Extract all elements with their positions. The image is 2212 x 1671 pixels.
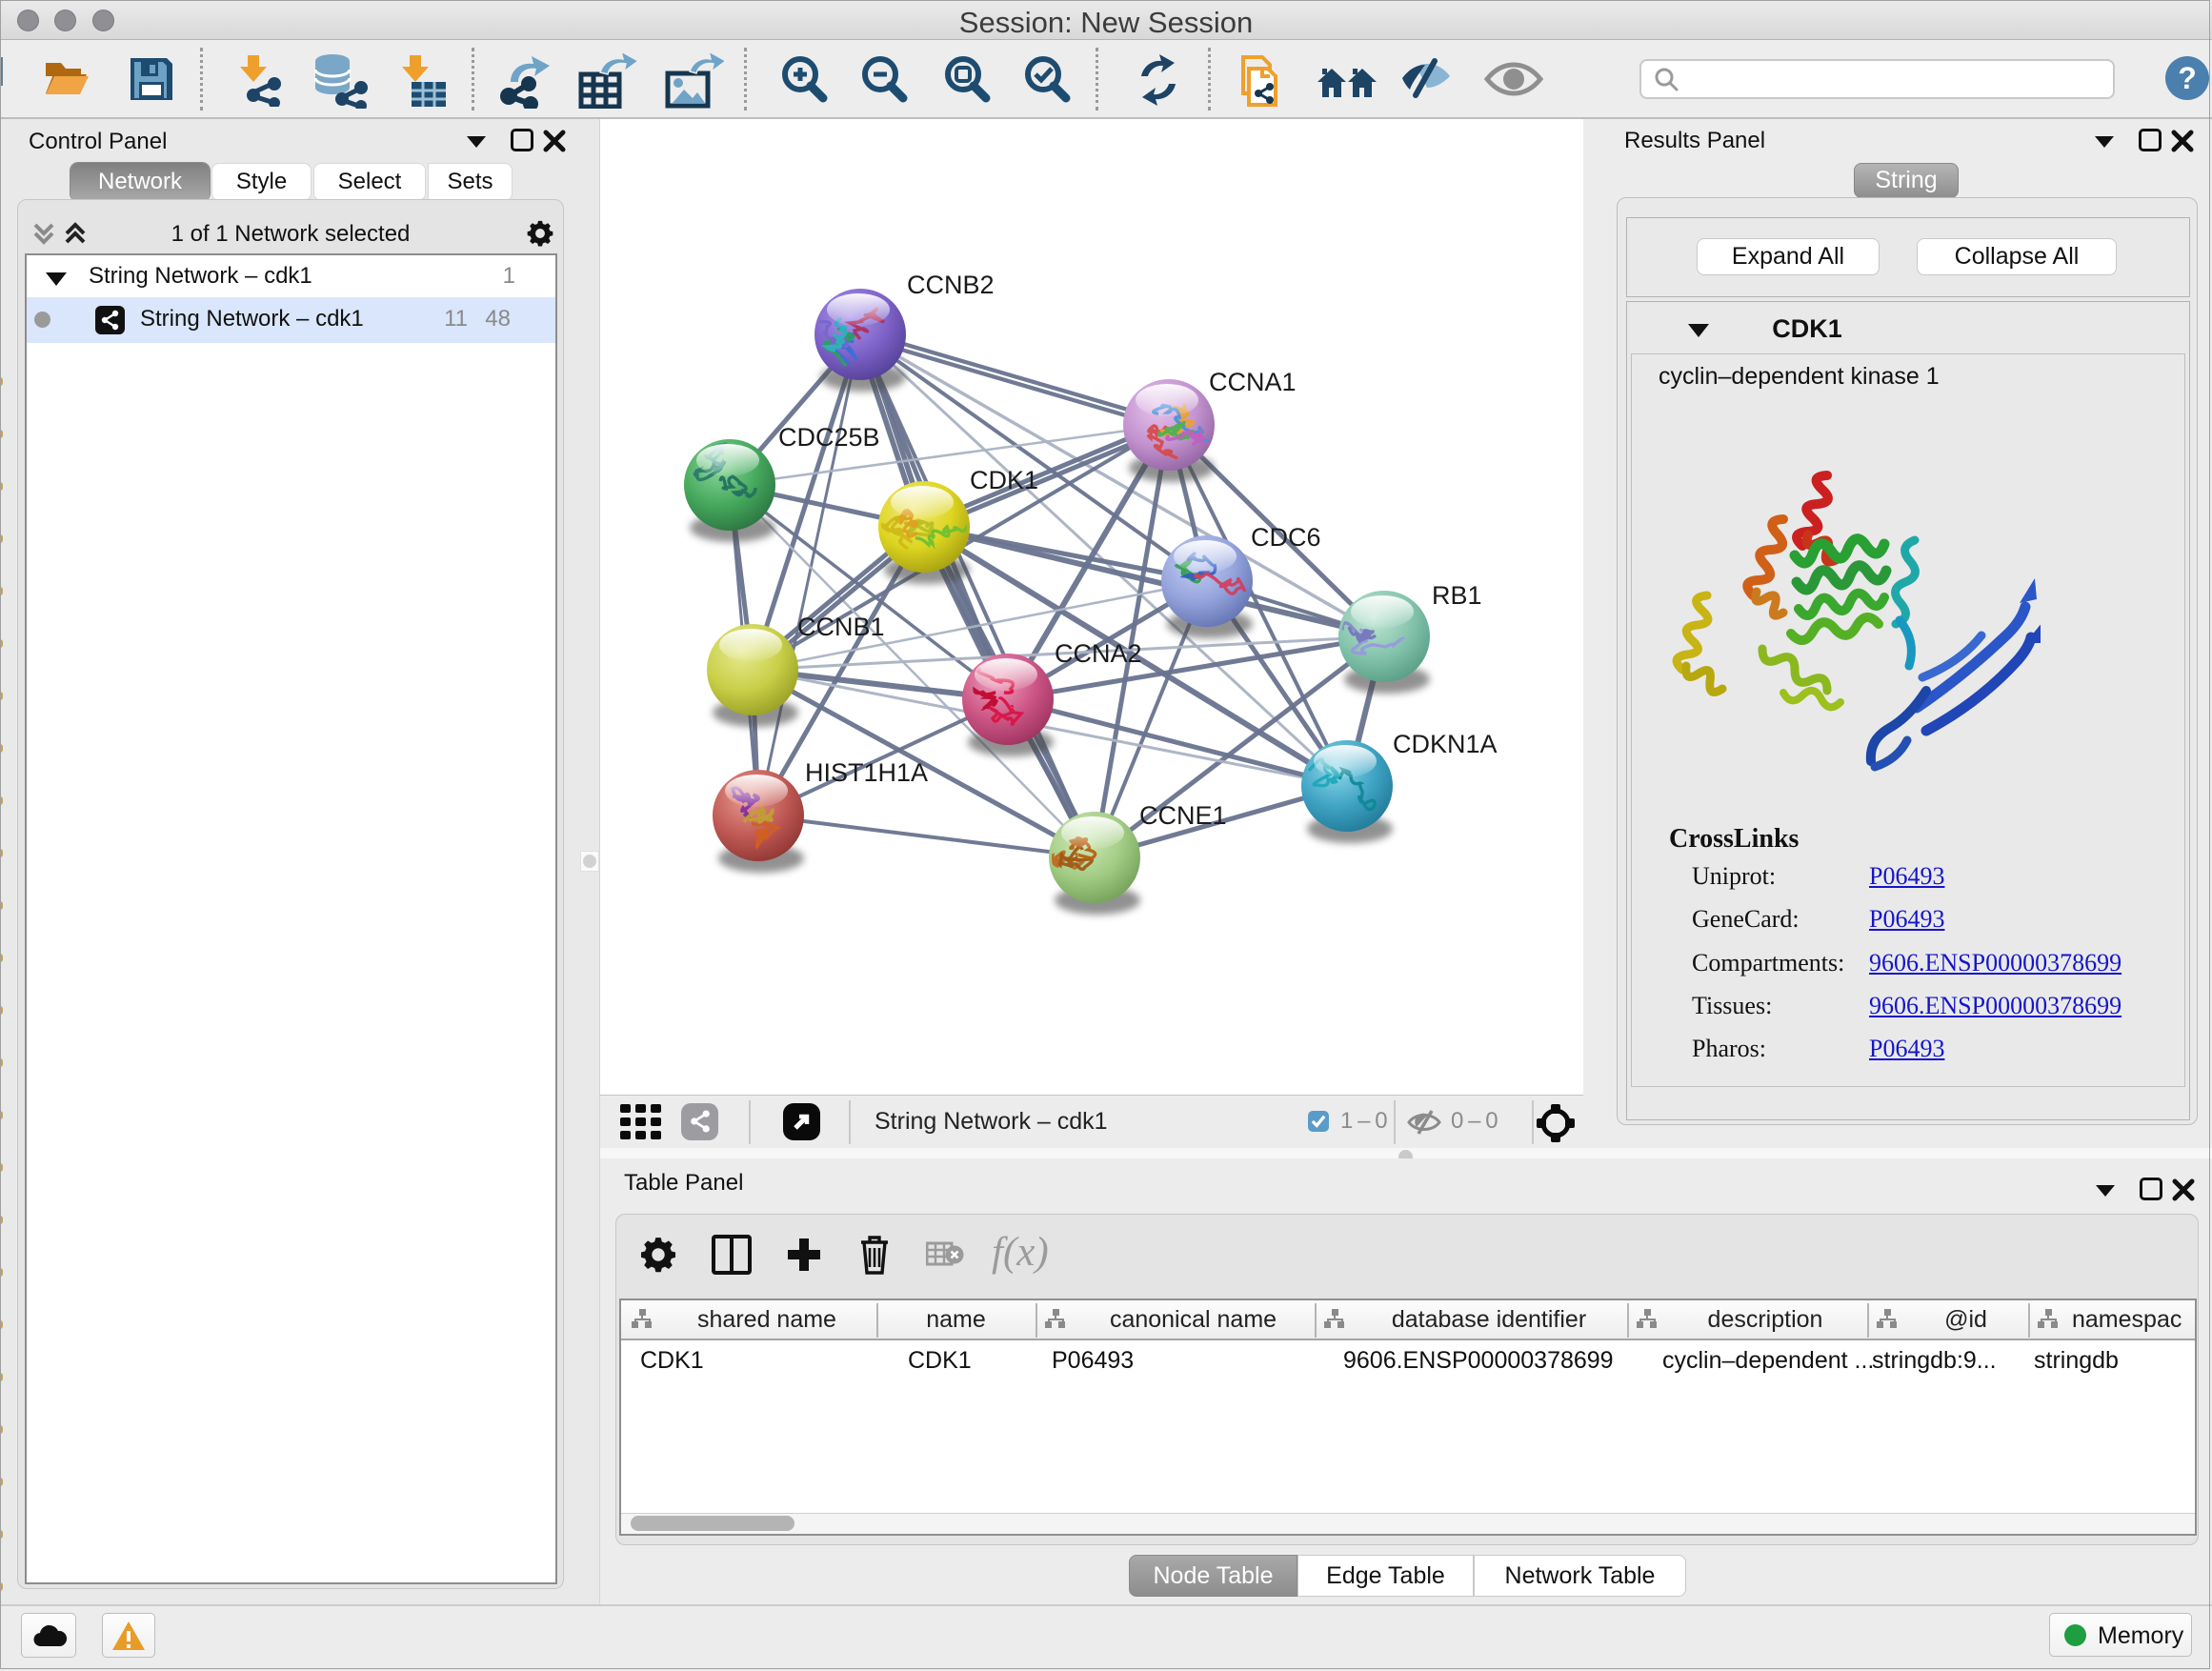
svg-text:CCNA1: CCNA1 (1209, 368, 1297, 396)
svg-text:CCNB2: CCNB2 (907, 271, 995, 299)
svg-text:?: ? (2178, 61, 2197, 95)
svg-text:CDK1: CDK1 (970, 466, 1038, 494)
svg-text:CDC25B: CDC25B (778, 423, 880, 452)
svg-text:CCNB1: CCNB1 (797, 613, 885, 641)
svg-text:CDKN1A: CDKN1A (1393, 730, 1498, 758)
svg-text:CCNE1: CCNE1 (1139, 801, 1227, 830)
svg-text:CDC6: CDC6 (1251, 523, 1321, 552)
svg-text:HIST1H1A: HIST1H1A (805, 758, 928, 787)
svg-text:RB1: RB1 (1432, 581, 1482, 610)
svg-text:CCNA2: CCNA2 (1055, 639, 1142, 668)
